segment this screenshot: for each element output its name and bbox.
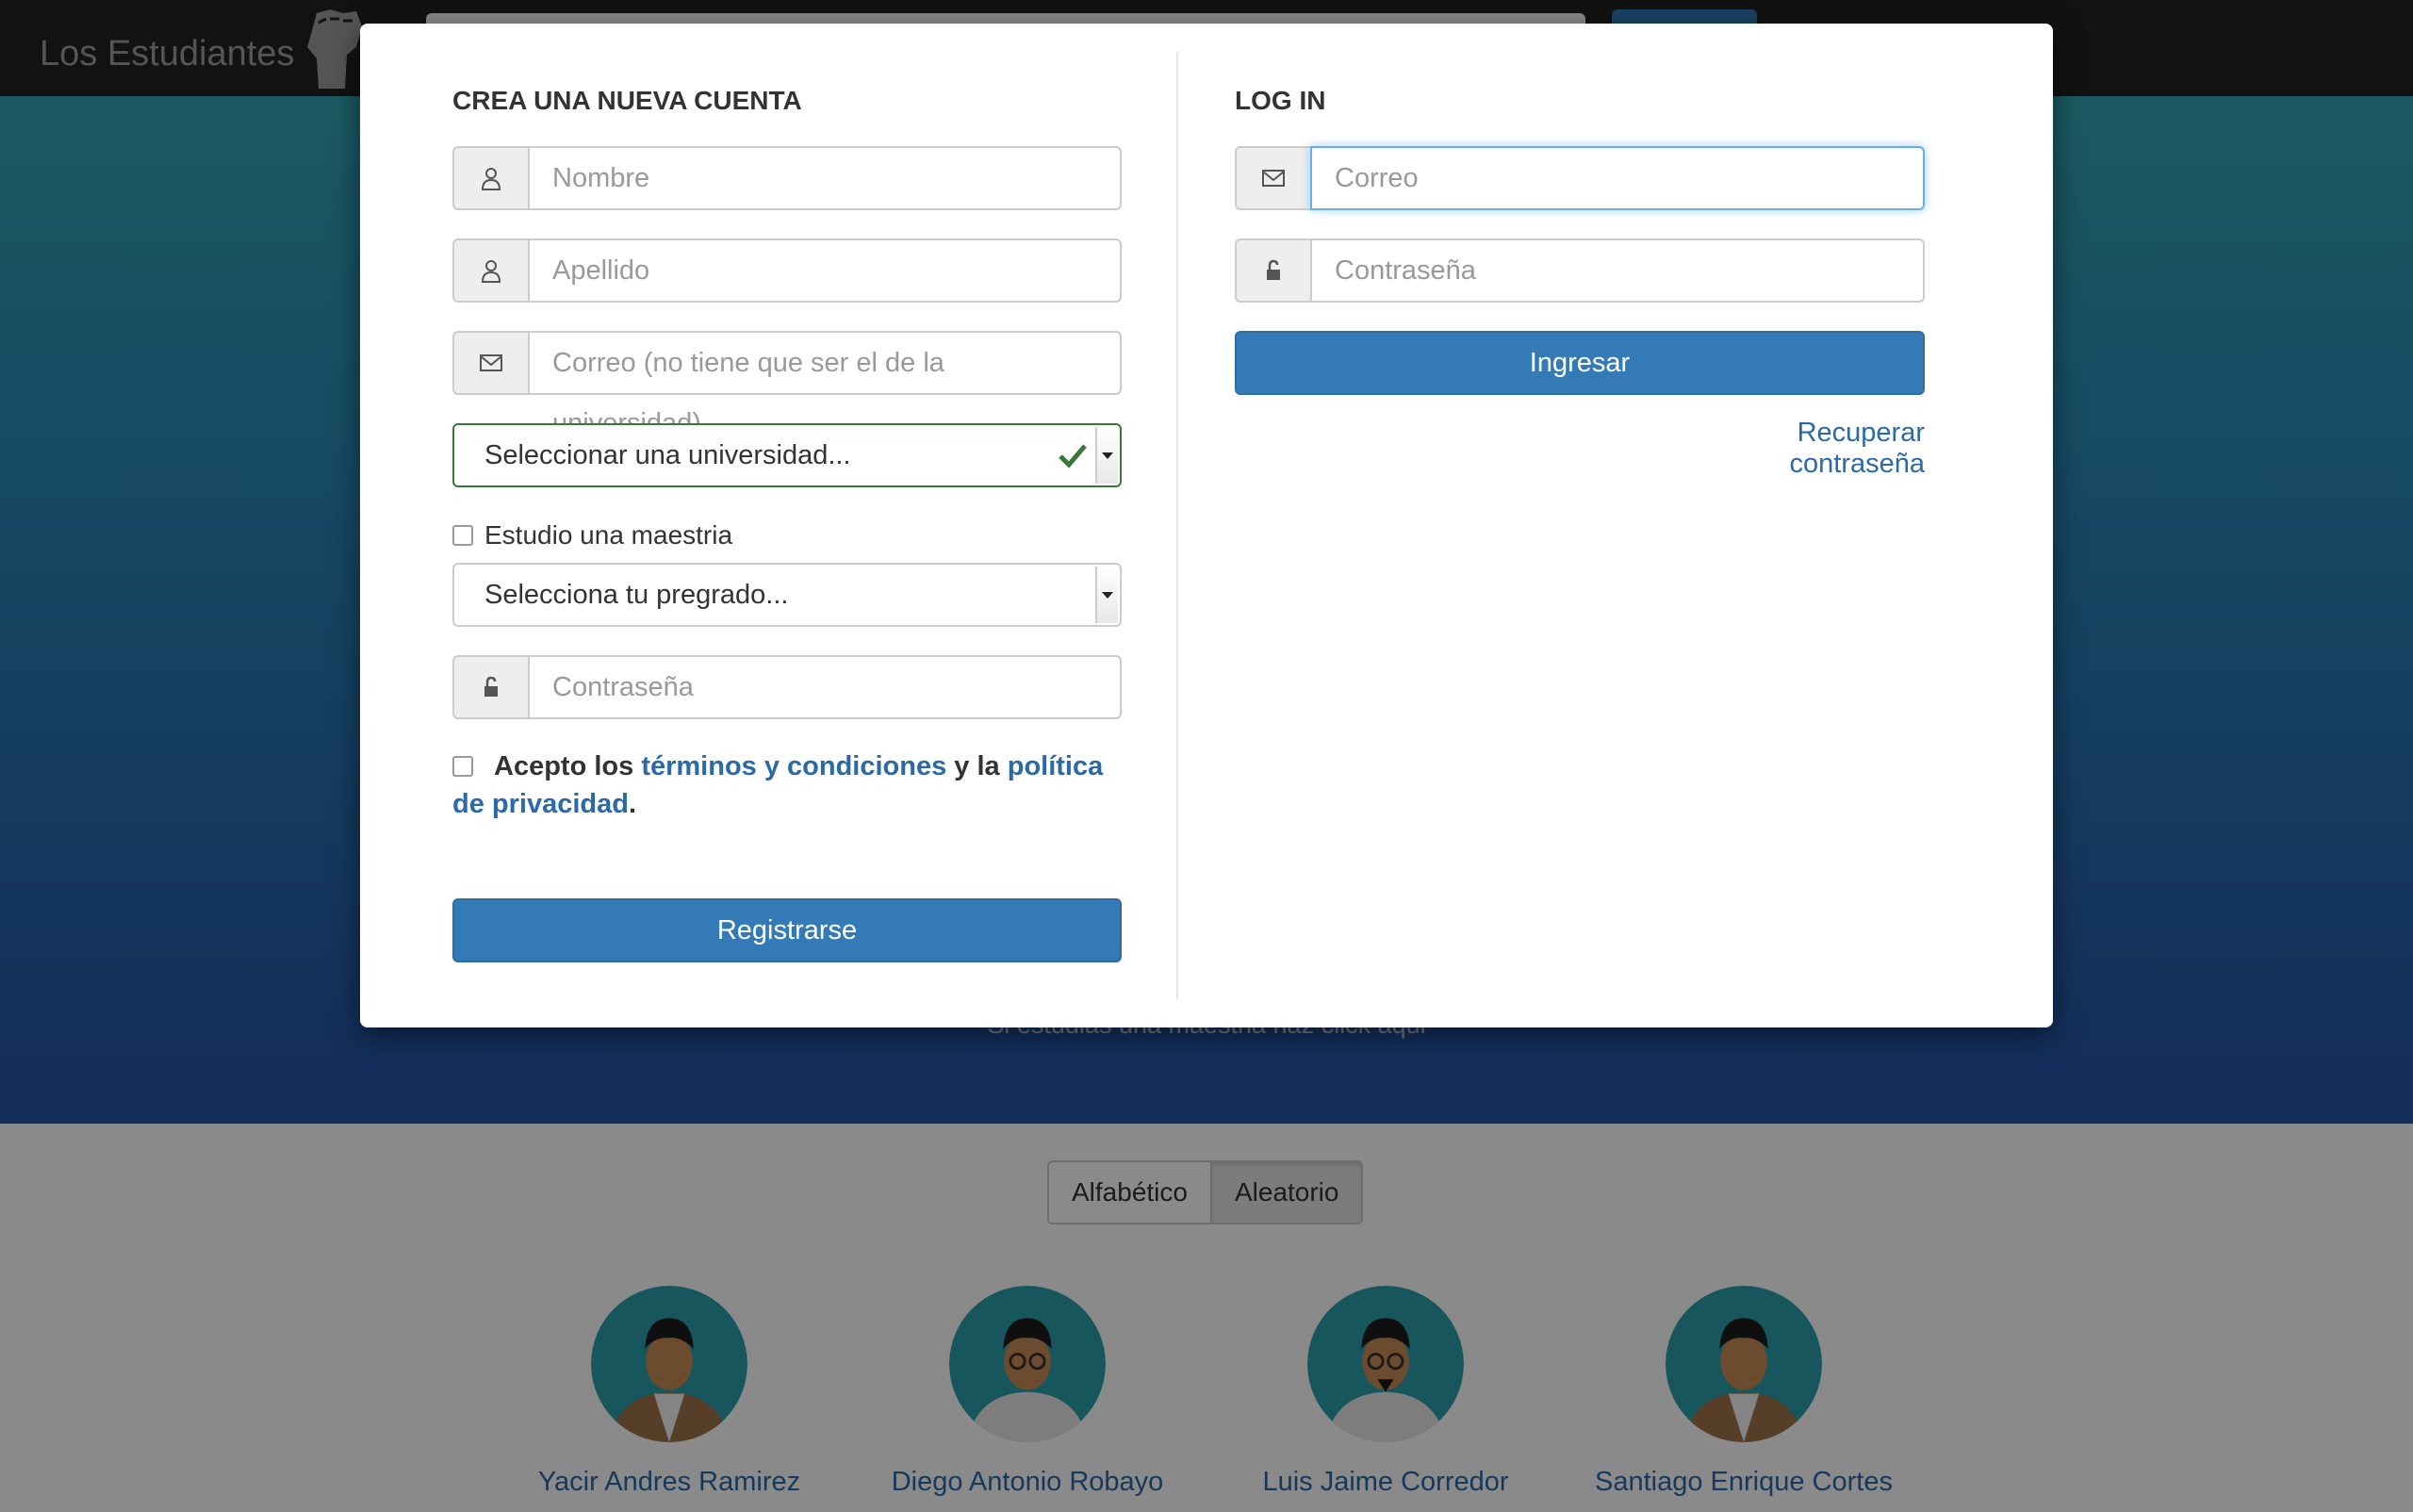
terms-acceptance: Acepto los términos y condiciones y la p… [452, 748, 1122, 823]
user-icon [452, 146, 528, 210]
terms-checkbox[interactable] [452, 756, 473, 777]
login-password-field: Contraseña [1235, 238, 1925, 303]
university-select[interactable]: Seleccionar una universidad... [452, 423, 1122, 487]
lock-icon [452, 655, 528, 719]
register-email-input[interactable]: Correo (no tiene que ser el de la univer… [528, 331, 1122, 438]
lock-icon [1235, 238, 1310, 303]
register-password-field: Contraseña [452, 655, 1122, 719]
envelope-icon [1235, 146, 1310, 210]
last-name-input[interactable]: Apellido [528, 238, 1122, 303]
login-title: LOG IN [1235, 86, 1326, 115]
terms-middle: y la [946, 751, 1008, 781]
university-select-value: Seleccionar una universidad... [484, 440, 851, 470]
master-checkbox-label[interactable]: Estudio una maestria [484, 520, 732, 551]
login-button[interactable]: Ingresar [1235, 331, 1925, 395]
last-name-field: Apellido [452, 238, 1122, 303]
user-icon [452, 238, 528, 303]
column-divider [1176, 52, 1178, 999]
register-button[interactable]: Registrarse [452, 898, 1122, 962]
chevron-down-icon [1095, 567, 1118, 623]
envelope-icon [452, 331, 528, 395]
program-select[interactable]: Selecciona tu pregrado... [452, 563, 1122, 627]
master-checkbox[interactable] [452, 525, 473, 546]
terms-link[interactable]: términos y condiciones [641, 751, 946, 781]
register-password-input[interactable]: Contraseña [528, 655, 1122, 719]
login-email-field: Correo [1235, 146, 1925, 210]
chevron-down-icon [1095, 427, 1118, 484]
email-field: Correo (no tiene que ser el de la univer… [452, 331, 1122, 438]
login-password-input[interactable]: Contraseña [1310, 238, 1925, 303]
login-email-input[interactable]: Correo [1310, 146, 1925, 210]
checkmark-icon [1059, 444, 1087, 468]
program-select-value: Selecciona tu pregrado... [484, 580, 789, 610]
first-name-input[interactable]: Nombre [528, 146, 1122, 210]
recover-password-link[interactable]: Recuperar contraseña [1661, 418, 1926, 480]
terms-suffix: . [628, 789, 637, 819]
register-title: CREA UNA NUEVA CUENTA [452, 86, 802, 115]
terms-prefix: Acepto los [494, 751, 642, 781]
first-name-field: Nombre [452, 146, 1122, 210]
auth-modal: CREA UNA NUEVA CUENTA Nombre Apellido Co… [360, 24, 2053, 1027]
